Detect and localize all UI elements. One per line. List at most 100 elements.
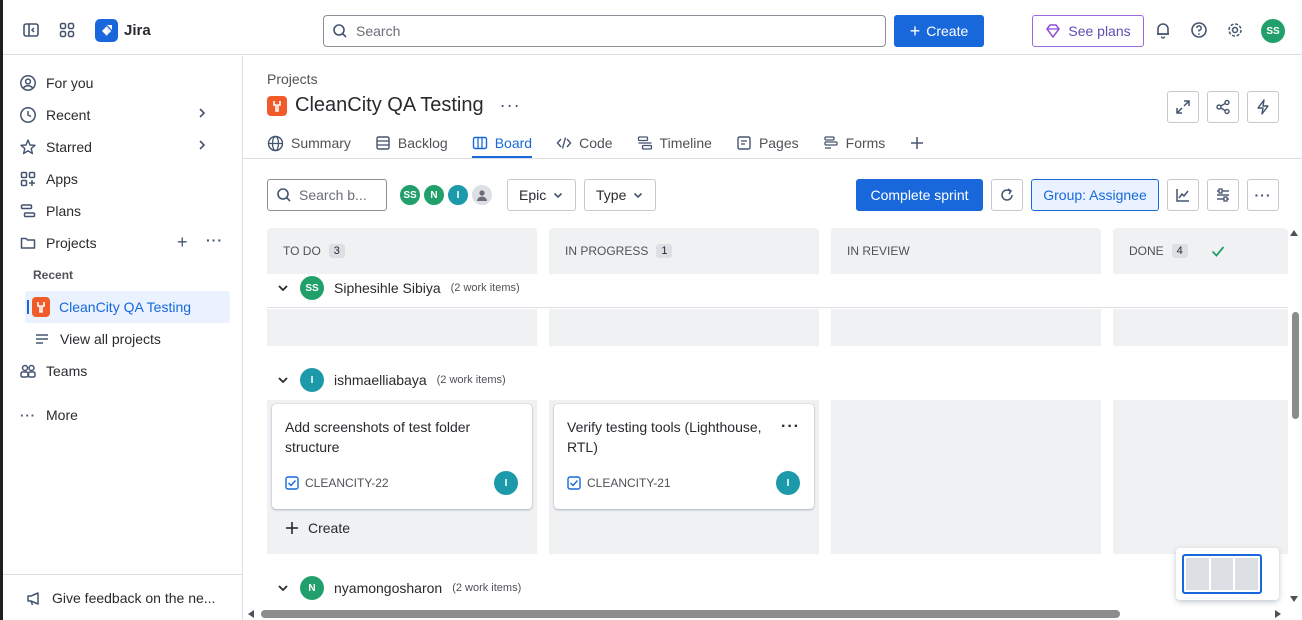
vertical-scrollbar-thumb[interactable] (1292, 312, 1299, 419)
sidebar-item-more[interactable]: ··· More (19, 401, 78, 429)
card-more-icon[interactable]: ··· (781, 418, 800, 436)
scroll-up-arrow-icon[interactable] (1290, 230, 1298, 236)
sidebar-item-label: Projects (46, 235, 97, 251)
projects-more-icon[interactable]: ··· (206, 232, 223, 248)
column-title: IN PROGRESS (565, 244, 649, 258)
column-title: DONE (1129, 244, 1164, 258)
feedback-link[interactable]: Give feedback on the ne... (25, 584, 215, 612)
view-settings-icon[interactable] (1207, 179, 1239, 211)
add-project-plus-icon[interactable]: + (177, 232, 188, 253)
project-avatar-icon (267, 95, 287, 116)
epic-label: Epic (519, 187, 547, 203)
sidebar-item-label: Teams (46, 363, 88, 379)
tab-summary[interactable]: Summary (267, 131, 351, 155)
tab-timeline[interactable]: Timeline (637, 131, 712, 155)
sidebar-item-for-you[interactable]: For you (19, 69, 93, 97)
project-more-icon[interactable]: ··· (500, 95, 521, 116)
unassigned-avatar-icon[interactable] (470, 183, 494, 207)
horizontal-scrollbar-thumb[interactable] (261, 610, 1120, 618)
user-avatar[interactable]: SS (1261, 19, 1285, 43)
app-switcher-icon[interactable] (55, 18, 79, 42)
tab-backlog[interactable]: Backlog (375, 131, 448, 155)
sidebar-item-cleancity[interactable]: CleanCity QA Testing (32, 293, 191, 321)
work-item-card[interactable]: Verify testing tools (Lighthouse, RTL) ·… (554, 404, 814, 509)
automation-lightning-icon[interactable] (1247, 91, 1279, 123)
type-dropdown[interactable]: Type (584, 179, 657, 211)
jira-logo[interactable]: Jira (95, 19, 151, 42)
column-count: 4 (1171, 244, 1188, 258)
task-checkbox-icon (285, 476, 299, 490)
group-by-button[interactable]: Group: Assignee (1031, 179, 1159, 211)
board-search-input[interactable]: Search b... (267, 179, 387, 211)
sidebar-item-recent[interactable]: Recent (19, 101, 229, 129)
diamond-icon (1046, 24, 1061, 38)
sidebar-item-teams[interactable]: Teams (19, 357, 87, 385)
board-cell (267, 309, 537, 346)
plus-icon (286, 522, 298, 534)
breadcrumb[interactable]: Projects (267, 71, 318, 87)
avatar-filter-i[interactable]: I (446, 183, 470, 207)
help-icon[interactable] (1187, 18, 1211, 42)
search-input[interactable]: Search (323, 15, 886, 47)
see-plans-button[interactable]: See plans (1032, 15, 1144, 47)
sidebar-toggle-icon[interactable] (19, 18, 43, 42)
share-icon[interactable] (1207, 91, 1239, 123)
tab-forms[interactable]: Forms (823, 131, 885, 155)
chevron-right-icon[interactable] (195, 106, 209, 123)
tab-label: Timeline (659, 135, 712, 151)
tab-board[interactable]: Board (471, 131, 533, 158)
swimlane-count: (2 work items) (452, 582, 522, 594)
assignee-avatar[interactable]: I (494, 471, 518, 495)
board-more-icon[interactable]: ··· (1247, 179, 1279, 211)
more-dots-icon: ··· (20, 407, 36, 423)
scroll-left-arrow-icon[interactable] (248, 610, 254, 618)
avatar-filter-ss[interactable]: SS (398, 183, 422, 207)
swimlane-header[interactable]: I ishmaelliabaya (2 work items) (276, 364, 506, 396)
teams-icon (19, 362, 37, 380)
sidebar-item-label: Recent (46, 107, 91, 123)
column-header-in-progress: IN PROGRESS 1 (549, 228, 819, 274)
create-label: Create (926, 23, 969, 39)
projects-icon (19, 234, 37, 252)
add-tab-plus-icon[interactable] (909, 131, 925, 155)
minimap-viewport[interactable] (1182, 554, 1262, 594)
complete-sprint-button[interactable]: Complete sprint (856, 179, 983, 211)
refresh-icon[interactable] (991, 179, 1023, 211)
scroll-down-arrow-icon[interactable] (1290, 596, 1298, 602)
create-issue-button[interactable]: Create (284, 520, 350, 536)
avatar: I (300, 368, 324, 392)
chevron-down-icon (278, 585, 288, 592)
work-item-card[interactable]: Add screenshots of test folder structure… (272, 404, 532, 509)
checkmark-icon (1211, 246, 1224, 257)
avatar: N (300, 576, 324, 600)
tab-code[interactable]: Code (556, 131, 613, 155)
epic-dropdown[interactable]: Epic (507, 179, 577, 211)
notifications-bell-icon[interactable] (1151, 18, 1175, 42)
column-title: IN REVIEW (847, 244, 910, 258)
card-title: Add screenshots of test folder structure (285, 419, 471, 455)
sidebar-item-projects[interactable]: Projects (19, 229, 229, 257)
search-icon (277, 188, 291, 202)
sidebar-item-view-all-projects[interactable]: View all projects (33, 325, 161, 353)
swimlane-header[interactable]: SS Siphesihle Sibiya (2 work items) (276, 272, 520, 304)
column-header-done: DONE 4 (1113, 228, 1288, 274)
create-button[interactable]: + Create (894, 15, 984, 47)
board-minimap[interactable] (1176, 548, 1279, 600)
tab-pages[interactable]: Pages (736, 131, 799, 155)
chevron-right-icon[interactable] (195, 138, 209, 155)
avatar-filter-n[interactable]: N (422, 183, 446, 207)
card-key: CLEANCITY-22 (285, 476, 389, 490)
settings-gear-icon[interactable] (1223, 18, 1247, 42)
chevron-down-icon (634, 192, 643, 199)
fullscreen-icon[interactable] (1167, 91, 1199, 123)
swimlane-header[interactable]: N nyamongosharon (2 work items) (276, 572, 521, 604)
assignee-avatar[interactable]: I (776, 471, 800, 495)
sidebar-item-starred[interactable]: Starred (19, 133, 229, 161)
sidebar-item-apps[interactable]: Apps (19, 165, 78, 193)
tab-label: Pages (758, 135, 799, 151)
swimlane-name: nyamongosharon (334, 580, 443, 596)
sidebar-item-plans[interactable]: Plans (19, 197, 81, 225)
scroll-right-arrow-icon[interactable] (1275, 610, 1281, 618)
sidebar-item-label: Apps (46, 171, 78, 187)
insights-chart-icon[interactable] (1167, 179, 1199, 211)
